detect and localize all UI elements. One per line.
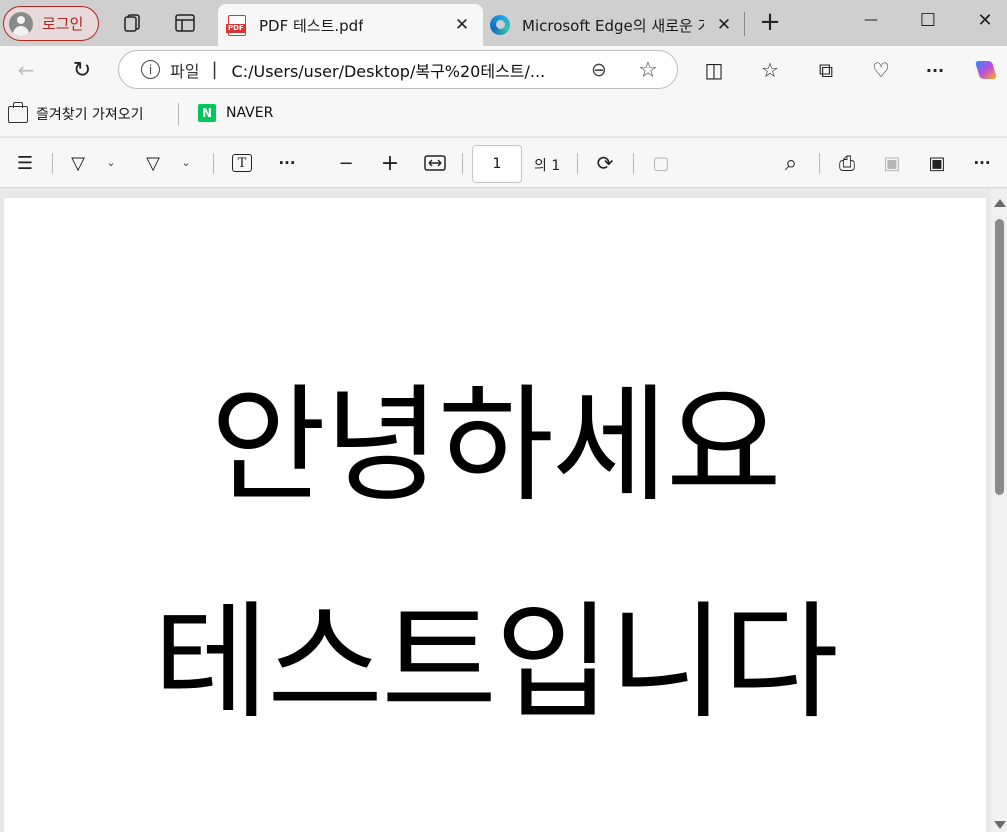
zoom-icon[interactable]: ⊖ xyxy=(587,58,611,82)
tab-close-button[interactable]: ✕ xyxy=(713,14,735,36)
favorite-naver[interactable]: N NAVER xyxy=(198,104,273,122)
more-tools-icon[interactable]: ··· xyxy=(275,151,299,175)
vertical-scrollbar[interactable] xyxy=(991,189,1007,832)
tab-title: PDF 테스트.pdf xyxy=(259,16,364,35)
naver-label: NAVER xyxy=(226,105,274,121)
naver-logo-icon: N xyxy=(198,104,216,122)
address-divider: | xyxy=(211,59,218,80)
toolbar-separator xyxy=(819,153,820,174)
toolbar-separator xyxy=(52,153,53,174)
scroll-thumb[interactable] xyxy=(995,219,1004,495)
tab-title: Microsoft Edge의 새로운 기 xyxy=(522,16,704,35)
zoom-in-button[interactable]: + xyxy=(378,151,402,176)
tab-separator xyxy=(744,12,745,36)
profile-label: 로그인 xyxy=(42,15,84,33)
new-tab-button[interactable]: + xyxy=(755,7,785,37)
settings-more-icon[interactable]: ··· xyxy=(921,56,949,84)
import-favorites-button[interactable]: 즐겨찾기 가져오기 xyxy=(8,101,144,124)
favorites-bar: 즐겨찾기 가져오기 N NAVER xyxy=(0,94,1007,136)
print-button[interactable]: ⎙ xyxy=(835,151,859,175)
collections-icon[interactable]: ⧉ xyxy=(812,56,840,84)
tab-close-button[interactable]: ✕ xyxy=(451,14,473,36)
favorites-icon[interactable]: ☆ xyxy=(756,56,784,84)
page-total: 의 1 xyxy=(534,158,561,174)
split-screen-icon[interactable]: ◫ xyxy=(700,56,728,84)
workspaces-icon[interactable] xyxy=(120,11,144,35)
import-favorites-label: 즐겨찾기 가져오기 xyxy=(36,107,144,123)
page-view-button[interactable]: ▢ xyxy=(649,151,673,175)
favorite-star-icon[interactable]: ☆ xyxy=(636,58,660,83)
back-button[interactable]: ← xyxy=(12,56,40,84)
address-bar[interactable]: i 파일 | C:/Users/user/Desktop/복구%20테스트/..… xyxy=(118,50,678,89)
draw-icon[interactable]: ▽ xyxy=(141,151,165,175)
pdf-viewer[interactable]: 안녕하세요 테스트입니다 xyxy=(0,189,1007,832)
table-of-contents-icon[interactable]: ☰ xyxy=(13,151,37,175)
browser-essentials-icon[interactable]: ♡ xyxy=(867,56,895,84)
minimize-button[interactable]: — xyxy=(856,8,886,32)
zoom-out-button[interactable]: − xyxy=(334,151,358,175)
toolbar-separator xyxy=(633,153,634,174)
close-window-button[interactable]: ✕ xyxy=(970,8,1000,32)
profile-button[interactable]: 로그인 xyxy=(3,6,99,41)
refresh-button[interactable]: ↻ xyxy=(68,56,96,84)
page-number-input[interactable] xyxy=(472,145,522,183)
search-icon[interactable]: ⌕ xyxy=(779,151,803,176)
toolbar-separator xyxy=(462,153,463,174)
tab-strip: 로그인 PDF PDF 테스트.pdf ✕ Microsoft Edge의 새로… xyxy=(0,0,1007,46)
scroll-down-arrow-icon[interactable] xyxy=(994,821,1006,829)
address-url[interactable]: C:/Users/user/Desktop/복구%20테스트/... xyxy=(232,58,546,82)
more-options-icon[interactable]: ··· xyxy=(970,151,994,175)
fit-to-width-button[interactable] xyxy=(423,151,447,175)
scroll-up-arrow-icon[interactable] xyxy=(994,199,1006,207)
tab-actions-icon[interactable] xyxy=(173,11,197,35)
rotate-button[interactable]: ⟳ xyxy=(593,151,617,175)
info-icon[interactable]: i xyxy=(141,60,160,79)
avatar-icon xyxy=(9,11,33,36)
document-line-2: 테스트입니다 xyxy=(153,589,839,736)
document-line-1: 안녕하세요 xyxy=(210,372,782,519)
toolbar-separator xyxy=(577,153,578,174)
address-scheme: 파일 xyxy=(170,61,200,81)
draw-chevron-icon[interactable]: ⌄ xyxy=(179,154,193,170)
favorites-divider xyxy=(178,103,179,125)
import-folder-icon xyxy=(8,101,28,123)
toolbar-separator xyxy=(213,153,214,174)
highlight-icon[interactable]: ▽ xyxy=(66,151,90,175)
save-button[interactable]: ▣ xyxy=(880,151,904,175)
highlight-chevron-icon[interactable]: ⌄ xyxy=(104,154,118,170)
add-text-button[interactable]: T xyxy=(230,151,254,175)
pdf-toolbar: ☰ ▽ ⌄ ▽ ⌄ T ··· − + 의 1 ⟳ ▢ ⌕ ⎙ ▣ ▣ ··· xyxy=(0,137,1007,188)
edge-logo-icon xyxy=(490,15,510,35)
copilot-icon[interactable] xyxy=(972,56,1000,84)
text-box-icon: T xyxy=(232,154,252,172)
save-as-button[interactable]: ▣ xyxy=(925,151,949,175)
maximize-button[interactable]: ☐ xyxy=(913,8,943,32)
pdf-page[interactable]: 안녕하세요 테스트입니다 xyxy=(4,198,986,832)
navigation-bar: ← ↻ i 파일 | C:/Users/user/Desktop/복구%20테스… xyxy=(0,46,1007,94)
tab-edge-welcome[interactable]: Microsoft Edge의 새로운 기 ✕ xyxy=(488,4,744,46)
tab-pdf[interactable]: PDF PDF 테스트.pdf ✕ xyxy=(218,4,483,46)
pdf-file-icon: PDF xyxy=(226,15,246,36)
